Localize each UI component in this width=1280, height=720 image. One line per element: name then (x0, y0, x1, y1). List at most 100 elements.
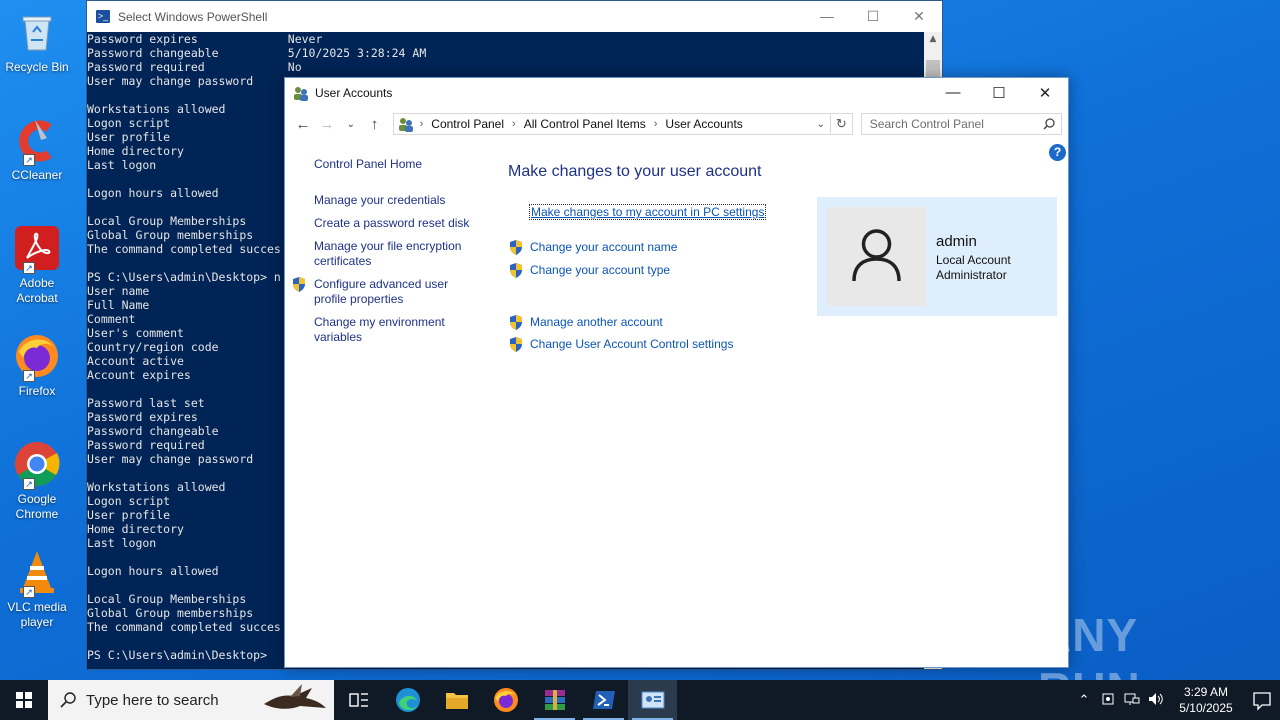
breadcrumb-control-panel[interactable]: Control Panel (431, 117, 504, 131)
desktop-icon-ccleaner[interactable]: ↗ CCleaner (2, 116, 72, 183)
volume-icon[interactable] (1144, 692, 1168, 709)
notification-center-button[interactable] (1244, 680, 1280, 720)
control-panel-icon (641, 691, 664, 709)
start-button[interactable] (0, 680, 48, 720)
avatar (827, 207, 926, 306)
breadcrumb-chevron-icon: › (419, 118, 424, 130)
task-view-icon (348, 693, 368, 707)
close-button[interactable]: ✕ (896, 8, 942, 25)
desktop-icon-firefox[interactable]: ↗ Firefox (2, 332, 72, 399)
manage-another-account-link[interactable]: Manage another account (530, 315, 663, 329)
network-icon[interactable] (1120, 692, 1144, 709)
console-line: Password changeable 5/10/2025 3:28:24 AM (87, 46, 427, 60)
clock[interactable]: 3:29 AM 5/10/2025 (1168, 684, 1244, 716)
advanced-profile-link[interactable]: Configure advanced user profile properti… (314, 277, 464, 307)
desktop-icon-label: VLC media player (7, 600, 67, 629)
desktop-icon-recycle-bin[interactable]: Recycle Bin (2, 8, 72, 75)
scroll-thumb[interactable] (926, 60, 940, 78)
maximize-button[interactable]: ☐ (850, 8, 896, 25)
task-view-button[interactable] (334, 680, 383, 720)
address-bar[interactable]: › Control Panel › All Control Panel Item… (392, 113, 831, 135)
user-accounts-titlebar[interactable]: User Accounts — ☐ ✕ (285, 78, 1068, 107)
breadcrumb-chevron-icon: › (653, 118, 658, 130)
pc-settings-link[interactable]: Make changes to my account in PC setting… (529, 204, 767, 220)
breadcrumb-user-accounts[interactable]: User Accounts (665, 117, 742, 131)
recent-locations-chevron-icon[interactable]: ⌄ (339, 119, 363, 130)
search-input[interactable]: Search Control Panel (860, 113, 1063, 135)
uac-shield-icon (292, 277, 306, 292)
firefox-icon (493, 688, 518, 712)
security-icon[interactable] (1096, 692, 1120, 709)
search-icon (60, 692, 76, 708)
desktop-icon-label: Google Chrome (15, 492, 59, 521)
change-account-name-link[interactable]: Change your account name (530, 240, 677, 254)
winrar-icon (544, 690, 565, 710)
environment-variables-link[interactable]: Change my environment variables (314, 315, 464, 345)
search-icon (1043, 118, 1055, 130)
taskbar: Type here to search ⌃ 3:29 AM 5/10/2025 (0, 680, 1280, 720)
uac-shield-icon (509, 263, 523, 278)
desktop: Recycle Bin ↗ CCleaner ↗ Adobe Acrobat ↗… (0, 0, 1280, 715)
taskbar-file-explorer[interactable] (432, 680, 481, 720)
chrome-icon: ↗ (13, 440, 61, 490)
adobe-acrobat-icon: ↗ (13, 224, 61, 274)
shortcut-arrow-icon: ↗ (23, 154, 35, 166)
user-accounts-window[interactable]: User Accounts — ☐ ✕ ← → ⌄ ↑ › Control Pa… (284, 77, 1069, 668)
password-reset-disk-link[interactable]: Create a password reset disk (314, 216, 484, 231)
vlc-icon: ↗ (13, 548, 61, 598)
taskbar-powershell[interactable] (579, 680, 628, 720)
desktop-icon-label: Recycle Bin (5, 60, 69, 74)
desktop-icon-label: Adobe Acrobat (16, 276, 58, 305)
forward-arrow-icon[interactable]: → (315, 116, 339, 133)
windows-logo-icon (16, 692, 32, 708)
desktop-icon-label: CCleaner (11, 168, 63, 182)
control-panel-home-link[interactable]: Control Panel Home (314, 157, 484, 172)
shortcut-arrow-icon: ↗ (23, 478, 35, 490)
anyrun-watermark: ANY RUN (1038, 608, 1238, 715)
edge-icon (395, 688, 420, 712)
user-accounts-icon (293, 85, 309, 101)
back-arrow-icon[interactable]: ← (291, 116, 315, 133)
minimize-button[interactable]: — (930, 84, 976, 102)
manage-credentials-link[interactable]: Manage your credentials (314, 193, 484, 208)
console-line: Password required No (87, 60, 302, 74)
firefox-icon: ↗ (13, 332, 61, 382)
user-accounts-title: User Accounts (315, 85, 393, 100)
recycle-bin-icon (13, 8, 61, 56)
up-arrow-icon[interactable]: ↑ (363, 116, 387, 133)
file-encryption-link[interactable]: Manage your file encryption certificates (314, 239, 474, 269)
uac-settings-link[interactable]: Change User Account Control settings (530, 337, 733, 351)
clock-date: 5/10/2025 (1179, 701, 1233, 715)
account-type: Local Account (936, 253, 1011, 267)
change-account-type-link[interactable]: Change your account type (530, 263, 670, 277)
desktop-icon-label: Firefox (18, 384, 56, 398)
page-title: Make changes to your user account (508, 163, 762, 180)
desktop-icon-vlc[interactable]: ↗ VLC media player (2, 548, 72, 630)
show-hidden-icons-chevron-icon[interactable]: ⌃ (1072, 692, 1096, 708)
minimize-button[interactable]: — (804, 8, 850, 25)
desktop-icon-google-chrome[interactable]: ↗ Google Chrome (2, 440, 72, 522)
uac-shield-icon (509, 337, 523, 352)
clock-time: 3:29 AM (1183, 685, 1229, 699)
shortcut-arrow-icon: ↗ (23, 586, 35, 598)
taskbar-control-panel[interactable] (628, 680, 677, 720)
taskbar-winrar[interactable] (530, 680, 579, 720)
uac-shield-icon (509, 240, 523, 255)
refresh-icon[interactable]: ↻ (830, 113, 853, 135)
search-placeholder: Search Control Panel (869, 117, 984, 131)
user-card: admin Local Account Administrator (817, 197, 1057, 316)
breadcrumb-all-items[interactable]: All Control Panel Items (524, 117, 646, 131)
address-dropdown-icon[interactable]: ⌄ (812, 119, 830, 130)
maximize-button[interactable]: ☐ (976, 84, 1022, 102)
close-button[interactable]: ✕ (1022, 84, 1068, 102)
control-panel-icon (398, 116, 414, 132)
taskbar-search-box[interactable]: Type here to search (48, 680, 334, 720)
scroll-up-icon[interactable]: ▲ (924, 34, 942, 44)
desktop-icon-adobe-acrobat[interactable]: ↗ Adobe Acrobat (2, 224, 72, 306)
navigation-bar: ← → ⌄ ↑ › Control Panel › All Control Pa… (285, 107, 1068, 141)
taskbar-firefox[interactable] (481, 680, 530, 720)
taskbar-edge[interactable] (383, 680, 432, 720)
powershell-titlebar[interactable]: >_ Select Windows PowerShell — ☐ ✕ (87, 1, 942, 32)
powershell-icon: >_ (96, 10, 110, 23)
powershell-icon (592, 691, 615, 709)
